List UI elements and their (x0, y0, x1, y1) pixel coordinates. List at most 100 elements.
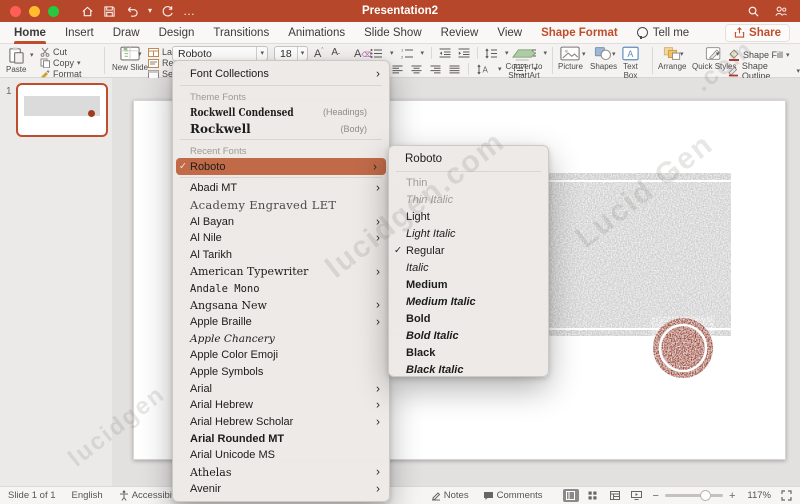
shapes-dropdown-icon[interactable]: ▾ (612, 51, 616, 58)
font-menu-item-rockwell[interactable]: Rockwell(Body) (173, 121, 389, 138)
weight-menu-item-light-italic[interactable]: Light Italic (389, 225, 548, 242)
bullets-dropdown-icon[interactable]: ▾ (390, 50, 394, 57)
font-menu-item-athelas[interactable]: Athelas› (173, 464, 389, 481)
increase-indent-button[interactable] (458, 48, 470, 58)
bullets-button[interactable] (370, 48, 383, 59)
font-menu-item-angsana-new[interactable]: Angsana New› (173, 297, 389, 314)
line-spacing-button[interactable] (485, 48, 498, 59)
tab-animations[interactable]: Animations (288, 22, 345, 44)
tab-tell-me[interactable]: Tell me (637, 22, 689, 44)
undo-dropdown-icon[interactable]: ▾ (148, 7, 152, 15)
font-menu-item-font-collections[interactable]: Font Collections› (173, 64, 389, 83)
tab-review[interactable]: Review (441, 22, 479, 44)
weight-menu-item-regular[interactable]: ✓Regular (389, 242, 548, 259)
save-icon[interactable] (103, 5, 116, 18)
weight-menu-item-thin-italic[interactable]: Thin Italic (389, 191, 548, 208)
weight-menu-item-bold[interactable]: Bold (389, 310, 548, 327)
justify-button[interactable] (449, 65, 460, 74)
font-name-combobox[interactable]: Roboto ▾ (172, 46, 268, 61)
normal-view-button[interactable] (563, 489, 579, 502)
font-menu-item-apple-symbols[interactable]: Apple Symbols (173, 364, 389, 381)
comments-button[interactable]: Comments (483, 490, 543, 501)
font-menu-item-al-nile[interactable]: Al Nile› (173, 230, 389, 247)
undo-icon[interactable] (125, 5, 139, 18)
tab-shape-format[interactable]: Shape Format (541, 22, 618, 44)
font-menu-item-apple-braille[interactable]: Apple Braille› (173, 314, 389, 331)
paste-dropdown-icon[interactable]: ▾ (30, 52, 34, 59)
numbering-dropdown-icon[interactable]: ▾ (421, 50, 425, 57)
tab-draw[interactable]: Draw (113, 22, 140, 44)
font-menu-item-roboto[interactable]: ✓Roboto› (176, 158, 386, 175)
minimize-window-button[interactable] (29, 6, 40, 17)
zoom-in-button[interactable]: + (729, 490, 735, 502)
font-menu-item-arial-rounded-mt[interactable]: Arial Rounded MT (173, 430, 389, 447)
zoom-slider[interactable] (665, 494, 723, 497)
tab-home[interactable]: Home (14, 22, 46, 44)
tab-slide-show[interactable]: Slide Show (364, 22, 422, 44)
convert-smartart-button[interactable]: Convert toSmartArt (500, 46, 548, 80)
quick-styles-dropdown-icon[interactable]: ▾ (716, 51, 720, 58)
notes-button[interactable]: Notes (431, 490, 469, 501)
font-menu-item-al-tarikh[interactable]: Al Tarikh (173, 247, 389, 264)
font-menu-item-arial-unicode-ms[interactable]: Arial Unicode MS (173, 447, 389, 464)
picture-dropdown-icon[interactable]: ▾ (582, 51, 586, 58)
weight-menu-item-bold-italic[interactable]: Bold Italic (389, 327, 548, 344)
reading-view-button[interactable] (607, 489, 623, 502)
font-menu-item-american-typewriter[interactable]: American Typewriter› (173, 264, 389, 281)
font-menu-item-rockwell-condensed[interactable]: Rockwell Condensed(Headings) (173, 104, 389, 121)
copy-dropdown-icon[interactable]: ▾ (77, 60, 81, 67)
clear-formatting-button[interactable]: A⌫ (354, 48, 371, 60)
new-slide-button[interactable]: New Slide (112, 46, 148, 72)
slide-sorter-view-button[interactable] (585, 489, 601, 502)
weight-menu-item-italic[interactable]: Italic (389, 259, 548, 276)
menu-scroll-down[interactable]: › (173, 497, 389, 502)
new-slide-dropdown-icon[interactable]: ▾ (138, 51, 142, 58)
search-icon[interactable] (747, 5, 760, 18)
weight-menu-item-black-italic[interactable]: Black Italic (389, 361, 548, 378)
decrease-font-size-button[interactable]: Aˇ (331, 47, 340, 60)
font-menu-item-arial-hebrew[interactable]: Arial Hebrew› (173, 397, 389, 414)
text-direction-button[interactable]: A (477, 64, 490, 75)
font-menu-item-andale-mono[interactable]: Andale Mono (173, 280, 389, 297)
shape-outline-dropdown-icon[interactable]: ▾ (796, 68, 800, 75)
shape-fill-button[interactable]: Shape Fill ▾ (728, 49, 800, 61)
align-center-button[interactable] (411, 65, 422, 74)
font-menu-item-academy-engraved-let[interactable]: Academy Engraved LET (173, 197, 389, 214)
font-menu-item-arial-hebrew-scholar[interactable]: Arial Hebrew Scholar› (173, 414, 389, 431)
weight-menu-item-medium[interactable]: Medium (389, 276, 548, 293)
weight-menu-item-medium-italic[interactable]: Medium Italic (389, 293, 548, 310)
share-button[interactable]: Share (725, 24, 790, 42)
close-window-button[interactable] (10, 6, 21, 17)
font-name-dropdown-icon[interactable]: ▾ (256, 47, 267, 60)
zoom-window-button[interactable] (48, 6, 59, 17)
weight-menu-item-light[interactable]: Light (389, 208, 548, 225)
font-size-combobox[interactable]: 18 ▾ (274, 46, 308, 61)
text-box-button[interactable]: A TextBox (622, 46, 639, 80)
align-right-button[interactable] (430, 65, 441, 74)
picture-button[interactable]: Picture (558, 46, 583, 71)
presence-icon[interactable] (774, 5, 788, 18)
font-menu-item-abadi-mt[interactable]: Abadi MT› (173, 180, 389, 197)
shapes-button[interactable]: Shapes (590, 46, 617, 71)
weight-menu-item-thin[interactable]: Thin (389, 174, 548, 191)
redo-icon[interactable] (161, 5, 174, 18)
language-indicator[interactable]: English (72, 490, 103, 501)
home-icon[interactable] (81, 5, 94, 18)
font-size-dropdown-icon[interactable]: ▾ (297, 47, 308, 60)
copy-button[interactable]: Copy ▾ (40, 58, 82, 68)
tab-view[interactable]: View (497, 22, 522, 44)
numbering-button[interactable]: 12 (401, 48, 414, 59)
arrange-button[interactable]: Arrange (658, 46, 686, 71)
align-left-button[interactable] (392, 65, 403, 74)
font-menu-item-al-bayan[interactable]: Al Bayan› (173, 213, 389, 230)
shape-fill-dropdown-icon[interactable]: ▾ (786, 52, 790, 59)
decrease-indent-button[interactable] (439, 48, 451, 58)
tab-insert[interactable]: Insert (65, 22, 94, 44)
zoom-slider-thumb[interactable] (700, 490, 711, 501)
paste-button[interactable]: Paste (6, 46, 26, 74)
tab-design[interactable]: Design (159, 22, 195, 44)
font-menu-item-arial[interactable]: Arial› (173, 380, 389, 397)
font-menu-item-avenir[interactable]: Avenir› (173, 480, 389, 497)
tab-transitions[interactable]: Transitions (213, 22, 269, 44)
zoom-out-button[interactable]: − (653, 490, 659, 502)
